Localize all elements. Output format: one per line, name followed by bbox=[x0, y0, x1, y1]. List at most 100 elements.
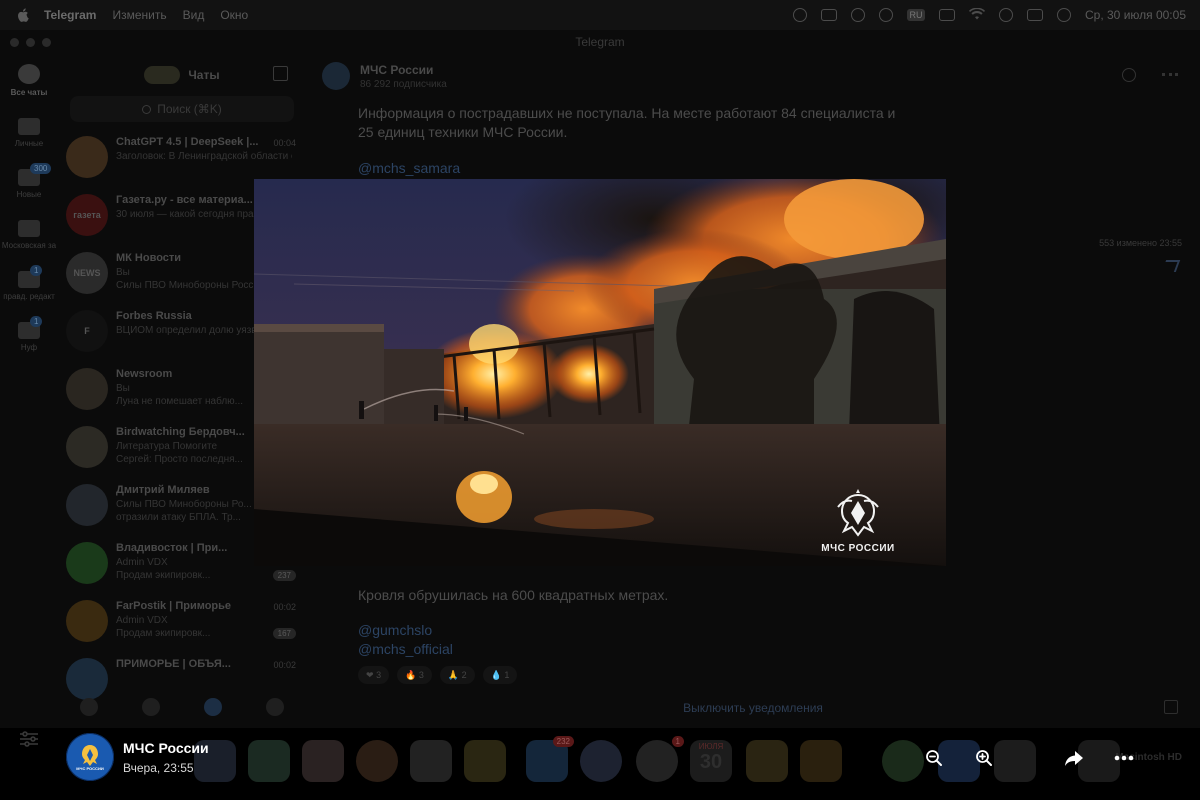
chat-preview: Заголовок: В Ленинградской области обруш… bbox=[116, 150, 292, 163]
folder-editors[interactable]: 1 правд. редакт bbox=[0, 265, 58, 302]
dock-archive-icon[interactable] bbox=[800, 740, 842, 782]
chat-title: Birdwatching Бердовч... bbox=[116, 426, 245, 438]
reaction-emoji: 🔥 bbox=[405, 670, 417, 680]
dock-calendar-icon[interactable]: ИЮЛЯ 30 bbox=[690, 740, 732, 782]
wifi-icon[interactable] bbox=[969, 7, 985, 23]
settings-icon[interactable] bbox=[266, 698, 284, 716]
dock-telegram-icon[interactable]: 232 bbox=[526, 736, 574, 782]
folder-nuf[interactable]: 1 Нуф bbox=[0, 316, 58, 353]
chat-list-item[interactable]: FarPostik | Приморье Admin VDX Продам экип… bbox=[58, 594, 306, 652]
folder-unread-badge: 300 bbox=[30, 163, 52, 174]
search-icon bbox=[142, 104, 152, 114]
keyboard-layout-indicator[interactable]: RU bbox=[907, 9, 925, 21]
dock-pencil-icon[interactable] bbox=[746, 740, 788, 782]
menu-app-name[interactable]: Telegram bbox=[44, 8, 96, 22]
zoom-out-button[interactable] bbox=[920, 742, 948, 774]
folder-all-chats[interactable]: Все чаты bbox=[0, 64, 58, 98]
chat-title: Forbes Russia bbox=[116, 310, 192, 322]
unread-count-badge: 237 bbox=[272, 570, 296, 581]
chat-list-header: Чаты bbox=[58, 54, 306, 96]
share-icon[interactable] bbox=[1161, 260, 1181, 272]
sender-name: МЧС России bbox=[123, 739, 209, 756]
chat-title: ПРИМОРЬЕ | ОБЪЯ... bbox=[116, 658, 231, 670]
dock-maps-icon[interactable] bbox=[248, 740, 290, 782]
dock-chrome-icon[interactable] bbox=[580, 740, 622, 782]
sliders-icon[interactable] bbox=[18, 730, 40, 748]
message-date: Вчера, 23:55 bbox=[123, 760, 194, 775]
chat-preview: Admin VDX Продам экипировк... bbox=[116, 614, 292, 640]
chat-preview-line: Продам экипировк... bbox=[116, 570, 211, 581]
folder-rail: Все чаты Личные 300 Новые Московская за … bbox=[0, 64, 58, 747]
more-icon[interactable] bbox=[1162, 73, 1178, 77]
search-icon[interactable] bbox=[1122, 68, 1136, 82]
chats-tab-icon[interactable] bbox=[204, 698, 222, 716]
dock-settings-icon[interactable]: 1 bbox=[636, 736, 684, 782]
menu-view[interactable]: Вид bbox=[183, 8, 205, 22]
channel-avatar[interactable] bbox=[322, 62, 350, 90]
sender-avatar[interactable]: МЧС РОССИИ bbox=[66, 733, 114, 781]
chat-avatar: газета bbox=[66, 194, 108, 236]
headphones-icon[interactable] bbox=[851, 8, 865, 22]
avatar-caption: МЧС РОССИИ bbox=[76, 766, 104, 771]
control-center-icon[interactable] bbox=[1027, 9, 1043, 21]
message-link[interactable]: @mchs_samara bbox=[358, 159, 898, 178]
chat-header[interactable]: МЧС России 86 292 подписчика bbox=[306, 54, 1200, 98]
dock-vpn-icon[interactable] bbox=[356, 740, 398, 782]
chat-avatar bbox=[66, 136, 108, 178]
reaction-emoji: 🙏 bbox=[447, 670, 460, 680]
zoom-in-button[interactable] bbox=[970, 742, 998, 774]
contacts-icon[interactable] bbox=[80, 698, 98, 716]
reaction-chip[interactable]: 🔥 3 bbox=[397, 666, 432, 684]
folder-label: Новые bbox=[16, 190, 42, 199]
telegram-badge: 232 bbox=[552, 736, 574, 747]
reaction-chip[interactable]: 🙏 2 bbox=[439, 666, 475, 684]
apple-icon[interactable] bbox=[16, 8, 30, 22]
media-sender-info[interactable]: МЧС РОССИИ МЧС России Вчера, 23:55 bbox=[66, 733, 209, 781]
reaction-emoji: 💧 bbox=[490, 670, 502, 680]
bottom-tabs bbox=[58, 686, 306, 728]
settings-badge: 1 bbox=[671, 736, 684, 747]
gift-icon[interactable] bbox=[1164, 700, 1178, 714]
tray-app-icon[interactable] bbox=[793, 8, 807, 22]
chat-avatar bbox=[66, 426, 108, 468]
chat-avatar bbox=[66, 484, 108, 526]
mute-button[interactable]: Выключить уведомления bbox=[306, 688, 1200, 728]
search-icon[interactable] bbox=[999, 8, 1013, 22]
folder-new[interactable]: 300 Новые bbox=[0, 163, 58, 200]
siri-icon[interactable] bbox=[1057, 8, 1071, 22]
menu-window[interactable]: Окно bbox=[220, 8, 248, 22]
message-link[interactable]: @gumchslo bbox=[358, 621, 668, 640]
more-icon bbox=[1114, 755, 1134, 761]
compose-icon[interactable] bbox=[273, 66, 288, 81]
media-viewer-photo[interactable]: МЧС РОССИИ bbox=[254, 179, 946, 566]
reaction-chip[interactable]: ❤ 3 bbox=[358, 666, 390, 684]
search-input[interactable]: Поиск (⌘K) bbox=[70, 96, 294, 122]
dock-notes-icon[interactable] bbox=[464, 740, 506, 782]
chat-preview-line: Admin VDX bbox=[116, 615, 168, 626]
tray-folder-icon[interactable] bbox=[821, 9, 837, 21]
reaction-chip[interactable]: 💧 1 bbox=[482, 666, 518, 684]
message-body-2: Кровля обрушилась на 600 квадратных метр… bbox=[358, 587, 669, 603]
message-views: 553 изменено 23:55 bbox=[1099, 238, 1182, 248]
folder-icon bbox=[18, 220, 40, 237]
message-link[interactable]: @mchs_official bbox=[358, 640, 668, 659]
forward-button[interactable] bbox=[1060, 742, 1088, 774]
folder-personal[interactable]: Личные bbox=[0, 118, 58, 149]
mute-label: Выключить уведомления bbox=[683, 701, 823, 715]
record-icon[interactable] bbox=[879, 8, 893, 22]
unread-count-badge: 167 bbox=[272, 628, 296, 639]
dock-photos-icon[interactable] bbox=[302, 740, 344, 782]
folder-moscow[interactable]: Московская за bbox=[0, 220, 58, 251]
reactions: ❤ 3 🔥 3 🙏 2 💧 1 bbox=[358, 666, 518, 684]
dock-app-icon[interactable] bbox=[882, 740, 924, 782]
chat-header-actions bbox=[1122, 68, 1178, 82]
chat-preview-line: Заголовок: В Ленинградской области обруш… bbox=[116, 151, 292, 162]
menu-edit[interactable]: Изменить bbox=[112, 8, 166, 22]
dock-reminders-icon[interactable] bbox=[410, 740, 452, 782]
more-button[interactable] bbox=[1110, 742, 1138, 774]
stories-icon[interactable] bbox=[144, 66, 181, 84]
menubar-clock[interactable]: Ср, 30 июля 00:05 bbox=[1085, 8, 1186, 22]
battery-icon[interactable] bbox=[939, 9, 955, 21]
calls-icon[interactable] bbox=[142, 698, 160, 716]
watermark-text: МЧС РОССИИ bbox=[821, 543, 895, 554]
